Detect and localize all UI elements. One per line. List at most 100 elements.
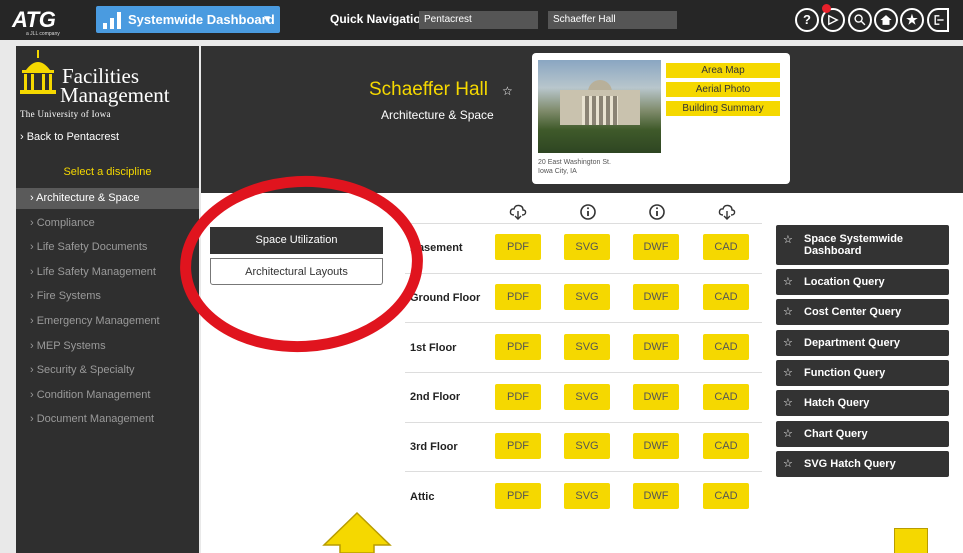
3rd-floor-pdf-button[interactable]: PDF [495,433,541,459]
2nd-floor-pdf-button[interactable]: PDF [495,384,541,410]
select-discipline-label: Select a discipline [63,166,152,178]
basement-cad-button[interactable]: CAD [703,234,749,260]
1st-floor-svg-button[interactable]: SVG [564,334,610,360]
up-arrow-annotation-icon [322,511,392,553]
sidebar-item-mep-systems[interactable]: › MEP Systems [16,336,199,357]
2nd-floor-svg-button[interactable]: SVG [564,384,610,410]
search-icon[interactable] [848,8,872,32]
cloud-download-icon [718,204,736,220]
sidebar-item-compliance[interactable]: › Compliance [16,213,199,234]
address-line-1: 20 East Washington St. [538,159,611,166]
atg-logo[interactable]: ATG a JLL company [12,7,60,37]
yellow-marker-annotation [894,528,928,553]
quick-nav-campus-select[interactable]: Pentacrest [419,11,538,29]
quick-nav-building-select[interactable]: Schaeffer Hall [548,11,677,29]
basement-dwf-button[interactable]: DWF [633,234,679,260]
bar-chart-icon [103,12,121,29]
systemwide-dashboard-button[interactable]: Systemwide Dashboard ▼ [96,6,280,33]
building-address: 20 East Washington St. Iowa City, IA [538,158,611,176]
ground-floor-dwf-button[interactable]: DWF [633,284,679,310]
sidebar-item-security-specialty[interactable]: › Security & Specialty [16,360,199,381]
star-icon: ☆ [783,458,793,470]
department-query-button[interactable]: ☆ Department Query [776,330,949,356]
star-icon: ☆ [783,337,793,349]
3rd-floor-dwf-button[interactable]: DWF [633,433,679,459]
ground-floor-pdf-button[interactable]: PDF [495,284,541,310]
basement-svg-button[interactable]: SVG [564,234,610,260]
attic-dwf-button[interactable]: DWF [633,483,679,509]
query-label: SVG Hatch Query [804,458,896,470]
query-label: Space Systemwide Dashboard [804,233,904,257]
aerial-photo-button[interactable]: Aerial Photo [666,82,780,97]
basement-pdf-button[interactable]: PDF [495,234,541,260]
sidebar-item-architecture-space[interactable]: › Architecture & Space [16,188,199,209]
back-to-pentacrest-link[interactable]: › Back to Pentacrest [20,131,119,143]
university-name: The University of Iowa [20,109,111,119]
logo-text: ATG [12,7,56,32]
1st-floor-cad-button[interactable]: CAD [703,334,749,360]
star-icon: ☆ [783,234,793,246]
logo-subtext: a JLL company [26,31,60,37]
building-summary-button[interactable]: Building Summary [666,101,780,116]
floor-label-2nd-floor: 2nd Floor [410,391,461,403]
hatch-query-button[interactable]: ☆ Hatch Query [776,390,949,416]
attic-pdf-button[interactable]: PDF [495,483,541,509]
floor-label-attic: Attic [410,491,435,503]
chart-query-button[interactable]: ☆ Chart Query [776,421,949,447]
2nd-floor-dwf-button[interactable]: DWF [633,384,679,410]
attic-cad-button[interactable]: CAD [703,483,749,509]
old-capitol-logo [20,50,56,94]
facilities-management-title: Facilities Management [60,66,170,107]
space-systemwide-dashboard-button[interactable]: ☆ Space Systemwide Dashboard [776,225,949,265]
attic-svg-button[interactable]: SVG [564,483,610,509]
building-photo[interactable] [538,60,661,153]
star-icon: ☆ [783,306,793,318]
info-icon [649,204,665,220]
logout-icon[interactable] [927,8,949,32]
building-name: Schaeffer Hall [369,79,488,100]
quick-navigation-label: Quick Navigation [330,12,429,26]
dashboard-label: Systemwide Dashboard [128,12,275,27]
sidebar-item-emergency-management[interactable]: › Emergency Management [16,311,199,332]
sidebar-item-fire-systems[interactable]: › Fire Systems [16,286,199,307]
ground-floor-svg-button[interactable]: SVG [564,284,610,310]
cost-center-query-button[interactable]: ☆ Cost Center Query [776,299,949,325]
star-icon: ☆ [783,397,793,409]
sidebar-item-document-management[interactable]: › Document Management [16,409,199,430]
floor-label-1st-floor: 1st Floor [410,342,457,354]
area-map-button[interactable]: Area Map [666,63,780,78]
cloud-download-icon [509,204,527,220]
notification-badge [822,4,831,13]
help-icon[interactable]: ? [795,8,819,32]
floor-label-ground-floor: Ground Floor [410,292,481,304]
address-line-2: Iowa City, IA [538,168,577,175]
3rd-floor-svg-button[interactable]: SVG [564,433,610,459]
star-icon: ☆ [783,276,793,288]
location-query-button[interactable]: ☆ Location Query [776,269,949,295]
query-label: Cost Center Query [804,306,902,318]
query-label: Chart Query [804,428,868,440]
title-line-2: Management [60,83,170,107]
sidebar-item-life-safety-documents[interactable]: › Life Safety Documents [16,237,199,258]
home-icon[interactable] [874,8,898,32]
star-icon[interactable]: ★ [900,8,924,32]
discipline-title: Architecture & Space [381,108,494,122]
favorite-star-icon[interactable]: ☆ [502,84,513,98]
query-label: Location Query [804,276,885,288]
svg-hatch-query-button[interactable]: ☆ SVG Hatch Query [776,451,949,477]
sidebar-item-life-safety-management[interactable]: › Life Safety Management [16,262,199,283]
query-label: Department Query [804,337,900,349]
3rd-floor-cad-button[interactable]: CAD [703,433,749,459]
2nd-floor-cad-button[interactable]: CAD [703,384,749,410]
query-label: Function Query [804,367,886,379]
info-icon [580,204,596,220]
sidebar-item-condition-management[interactable]: › Condition Management [16,385,199,406]
query-label: Hatch Query [804,397,870,409]
1st-floor-dwf-button[interactable]: DWF [633,334,679,360]
floor-label-3rd-floor: 3rd Floor [410,441,458,453]
1st-floor-pdf-button[interactable]: PDF [495,334,541,360]
star-icon: ☆ [783,428,793,440]
ground-floor-cad-button[interactable]: CAD [703,284,749,310]
star-icon: ☆ [783,367,793,379]
function-query-button[interactable]: ☆ Function Query [776,360,949,386]
